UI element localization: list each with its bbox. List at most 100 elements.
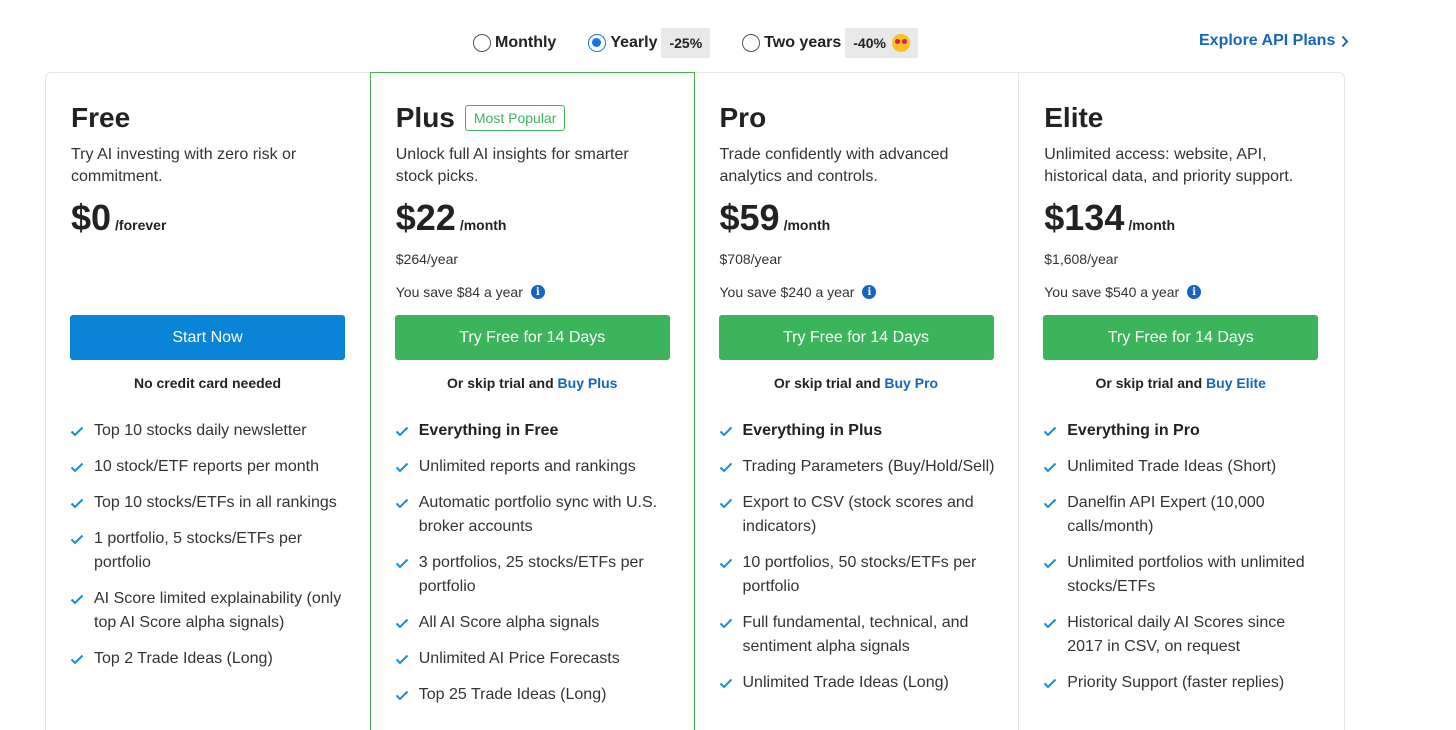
skip-trial-note: Or skip trial and Buy Pro bbox=[719, 375, 994, 391]
checkmark-icon bbox=[395, 419, 419, 443]
start-now-button[interactable]: Start Now bbox=[70, 315, 345, 360]
checkmark-icon bbox=[1043, 491, 1067, 515]
feature-item: Trading Parameters (Buy/Hold/Sell) bbox=[719, 455, 999, 479]
feature-text: Everything in Pro bbox=[1067, 422, 1200, 439]
checkmark-icon bbox=[719, 419, 743, 443]
feature-item: Unlimited reports and rankings bbox=[395, 455, 675, 479]
feature-item: 10 stock/ETF reports per month bbox=[70, 455, 350, 479]
feature-text: All AI Score alpha signals bbox=[418, 614, 600, 631]
plan-period: /forever bbox=[115, 217, 167, 233]
feature-item: Automatic portfolio sync with U.S. broke… bbox=[395, 491, 675, 539]
plan-free: Free Try AI investing with zero risk or … bbox=[46, 73, 371, 730]
feature-item: 1 portfolio, 5 stocks/ETFs per portfolio bbox=[70, 527, 350, 575]
feature-item: Everything in Pro bbox=[1043, 419, 1323, 443]
skip-trial-note: Or skip trial and Buy Plus bbox=[395, 375, 670, 391]
checkmark-icon bbox=[395, 683, 419, 707]
checkmark-icon bbox=[70, 419, 94, 443]
yearly-savings: You save $540 a year i bbox=[1044, 284, 1319, 300]
billing-option-two-years[interactable]: Two years -40% bbox=[742, 28, 918, 58]
info-icon[interactable]: i bbox=[862, 285, 877, 299]
feature-text: Trading Parameters (Buy/Hold/Sell) bbox=[742, 458, 995, 475]
radio-two-years[interactable] bbox=[742, 34, 761, 52]
buy-pro-link[interactable]: Buy Pro bbox=[884, 375, 938, 391]
yearly-savings: You save $240 a year i bbox=[720, 284, 994, 300]
feature-item: Priority Support (faster replies) bbox=[1043, 671, 1323, 695]
feature-text: Export to CSV (stock scores and indicato… bbox=[742, 494, 974, 535]
buy-elite-link[interactable]: Buy Elite bbox=[1206, 375, 1266, 391]
feature-text: Danelfin API Expert (10,000 calls/month) bbox=[1067, 494, 1265, 535]
discount-badge: -40% bbox=[845, 28, 918, 58]
feature-item: Everything in Free bbox=[395, 419, 675, 443]
plan-period: /month bbox=[783, 217, 831, 233]
feature-item: Top 10 stocks daily newsletter bbox=[70, 419, 350, 443]
billing-period-selector: Monthly Yearly -25% Two years -40% bbox=[473, 28, 950, 58]
checkmark-icon bbox=[1043, 419, 1067, 443]
feature-item: Top 2 Trade Ideas (Long) bbox=[70, 647, 350, 671]
plan-elite: Elite Unlimited access: website, API, hi… bbox=[1019, 73, 1344, 730]
api-link-label: Explore API Plans bbox=[1199, 32, 1336, 49]
plan-description: Unlimited access: website, API, historic… bbox=[1044, 146, 1294, 185]
plan-description: Unlock full AI insights for smarter stoc… bbox=[395, 146, 629, 185]
try-free-button[interactable]: Try Free for 14 Days bbox=[1043, 315, 1319, 360]
billing-option-monthly[interactable]: Monthly bbox=[473, 34, 556, 52]
feature-item: Historical daily AI Scores since 2017 in… bbox=[1043, 611, 1323, 659]
checkmark-icon bbox=[719, 671, 743, 695]
plan-pro: Pro Trade confidently with advanced anal… bbox=[695, 73, 1020, 730]
feature-item: Top 10 stocks/ETFs in all rankings bbox=[70, 491, 350, 515]
feature-text: 3 portfolios, 25 stocks/ETFs per portfol… bbox=[418, 554, 644, 595]
checkmark-icon bbox=[395, 491, 419, 515]
plan-plus: Plus Most Popular Unlock full AI insights… bbox=[369, 72, 695, 730]
heart-eyes-emoji-icon bbox=[891, 34, 910, 52]
feature-item: All AI Score alpha signals bbox=[395, 611, 675, 635]
feature-text: Top 10 stocks daily newsletter bbox=[94, 422, 307, 439]
plan-period: /month bbox=[459, 217, 507, 233]
explore-api-plans-link[interactable]: Explore API Plans bbox=[1199, 32, 1349, 50]
feature-text: Historical daily AI Scores since 2017 in… bbox=[1067, 614, 1286, 655]
radio-monthly[interactable] bbox=[473, 34, 491, 52]
plan-name: Pro bbox=[719, 102, 767, 133]
feature-text: Top 25 Trade Ideas (Long) bbox=[418, 686, 607, 703]
radio-yearly[interactable] bbox=[588, 34, 607, 52]
savings-text: You save $84 a year bbox=[395, 284, 523, 300]
plan-price: $0 bbox=[71, 197, 112, 238]
feature-text: Full fundamental, technical, and sentime… bbox=[742, 614, 969, 655]
info-icon[interactable]: i bbox=[1187, 285, 1202, 299]
chevron-right-icon bbox=[1342, 35, 1349, 47]
checkmark-icon bbox=[395, 611, 419, 635]
info-icon[interactable]: i bbox=[530, 285, 545, 299]
pricing-plans: Free Try AI investing with zero risk or … bbox=[45, 72, 1345, 730]
feature-text: 1 portfolio, 5 stocks/ETFs per portfolio bbox=[94, 530, 303, 571]
checkmark-icon bbox=[70, 647, 94, 671]
feature-list: Everything in Plus Trading Parameters (Bu… bbox=[719, 419, 999, 707]
checkmark-icon bbox=[395, 455, 419, 479]
feature-text: AI Score limited explainability (only to… bbox=[94, 590, 342, 631]
yearly-total: $264/year bbox=[395, 251, 459, 267]
feature-text: Automatic portfolio sync with U.S. broke… bbox=[418, 494, 658, 535]
feature-item: Unlimited Trade Ideas (Long) bbox=[719, 671, 999, 695]
try-free-button[interactable]: Try Free for 14 Days bbox=[718, 315, 994, 360]
discount-text: -40% bbox=[853, 35, 886, 51]
checkmark-icon bbox=[70, 587, 94, 611]
feature-text: Everything in Plus bbox=[742, 422, 883, 439]
feature-item: Unlimited Trade Ideas (Short) bbox=[1043, 455, 1323, 479]
plan-name: Elite bbox=[1044, 102, 1104, 133]
try-free-button[interactable]: Try Free for 14 Days bbox=[394, 315, 670, 360]
plan-name: Free bbox=[71, 102, 131, 133]
plan-price: $59 bbox=[719, 197, 780, 238]
feature-item: AI Score limited explainability (only to… bbox=[70, 587, 350, 635]
feature-list: Everything in Pro Unlimited Trade Ideas (… bbox=[1043, 419, 1323, 707]
checkmark-icon bbox=[1043, 671, 1067, 695]
discount-badge: -25% bbox=[661, 28, 711, 58]
feature-text: Unlimited Trade Ideas (Short) bbox=[1067, 458, 1277, 475]
yearly-total: $1,608/year bbox=[1044, 251, 1119, 267]
billing-option-yearly[interactable]: Yearly -25% bbox=[588, 28, 711, 58]
feature-text: Unlimited portfolios with unlimited stoc… bbox=[1067, 554, 1305, 595]
feature-item: Unlimited AI Price Forecasts bbox=[395, 647, 675, 671]
checkmark-icon bbox=[395, 647, 419, 671]
buy-plus-link[interactable]: Buy Plus bbox=[558, 375, 618, 391]
skip-trial-text: Or skip trial and bbox=[447, 375, 554, 391]
yearly-total: $708/year bbox=[719, 251, 782, 267]
checkmark-icon bbox=[719, 491, 743, 515]
billing-option-label: Two years bbox=[764, 34, 842, 51]
feature-item: Unlimited portfolios with unlimited stoc… bbox=[1043, 551, 1323, 599]
